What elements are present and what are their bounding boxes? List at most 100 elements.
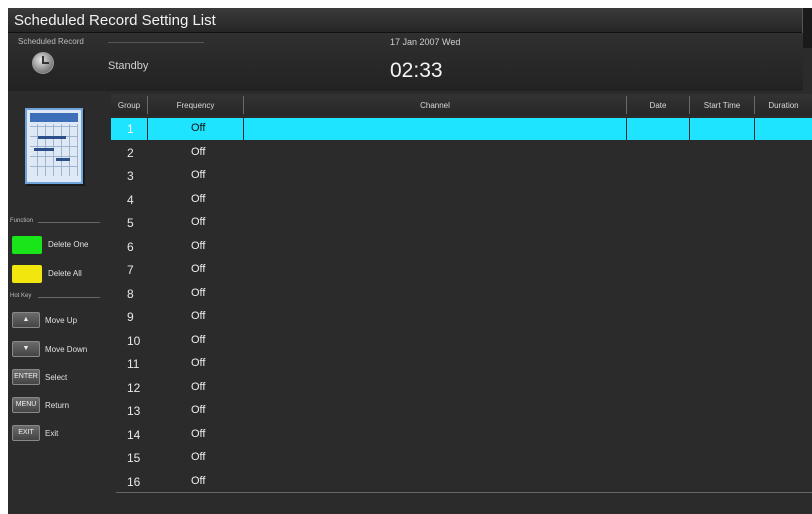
down-arrow-icon[interactable]: ▼ [12, 341, 40, 357]
delete-one-label: Delete One [48, 240, 89, 249]
group-cell: 13 [127, 404, 141, 418]
cell-background [627, 259, 689, 281]
cell-background [755, 283, 812, 305]
cell-background [627, 283, 689, 305]
cell-background [690, 236, 754, 258]
cell-background [244, 400, 626, 422]
group-cell: 7 [127, 263, 134, 277]
cell-background [627, 118, 689, 140]
schedule-calendar-icon [25, 108, 83, 184]
cell-background [690, 283, 754, 305]
select-label: Select [45, 373, 68, 382]
cell-background [690, 377, 754, 399]
clock-icon [32, 52, 54, 74]
group-cell: 6 [127, 239, 134, 254]
cell-background [244, 283, 626, 305]
table-row[interactable]: 6 Off [111, 236, 812, 258]
frequency-cell: Off [191, 451, 206, 463]
record-status: Standby [108, 60, 149, 72]
cell-background [244, 259, 626, 281]
table-row[interactable]: 15 Off [111, 447, 812, 469]
group-cell: 16 [127, 474, 141, 489]
cell-background [755, 165, 812, 187]
cell-background [244, 142, 626, 164]
table-bottom-divider [116, 492, 812, 493]
table-row[interactable]: 3 Off [111, 165, 812, 187]
cell-background [755, 259, 812, 281]
cell-background [690, 142, 754, 164]
cell-background [690, 353, 754, 375]
table-row[interactable]: 7 Off [111, 259, 812, 281]
group-cell: 3 [127, 169, 134, 183]
cell-background [690, 330, 754, 352]
table-row[interactable]: 5 Off [111, 212, 812, 234]
table-row[interactable]: 10 Off [111, 330, 812, 352]
cell-background [244, 189, 626, 211]
function-divider [38, 222, 100, 223]
yellow-key[interactable] [12, 265, 42, 283]
group-cell: 12 [127, 380, 141, 395]
cell-background [244, 212, 626, 234]
cell-background [627, 142, 689, 164]
table-row[interactable]: 9 Off [111, 306, 812, 328]
group-cell: 8 [127, 286, 134, 301]
column-header-channel: Channel [244, 94, 626, 116]
group-cell: 1 [127, 122, 134, 136]
frequency-cell: Off [191, 169, 206, 181]
table-row[interactable]: 13 Off [111, 400, 812, 422]
table-row[interactable]: 2 Off [111, 142, 812, 164]
up-arrow-icon[interactable]: ▲ [12, 312, 40, 328]
cell-background [690, 471, 754, 493]
frequency-cell: Off [191, 380, 206, 393]
table-row[interactable]: 11 Off [111, 353, 812, 375]
cell-background [755, 377, 812, 399]
status-header: Scheduled Record Standby 17 Jan 2007 Wed… [8, 33, 803, 91]
cell-background [627, 189, 689, 211]
cell-background [755, 330, 812, 352]
enter-key-icon[interactable]: ENTER [12, 369, 40, 385]
sidebar: Function Delete One Delete All Hot Key ▲… [8, 92, 108, 514]
cell-background [690, 259, 754, 281]
exit-label: Exit [45, 429, 59, 438]
frequency-cell: Off [191, 192, 206, 205]
cell-background [244, 471, 626, 493]
calendar-bar [56, 158, 70, 161]
group-cell: 2 [127, 145, 134, 160]
group-cell: 11 [127, 357, 140, 371]
green-key[interactable] [12, 236, 42, 254]
calendar-bar [34, 148, 54, 151]
page-title: Scheduled Record Setting List [14, 12, 216, 29]
cell-background [627, 306, 689, 328]
cell-background [244, 306, 626, 328]
cell-background [690, 306, 754, 328]
table-row[interactable]: 14 Off [111, 424, 812, 446]
cell-background [627, 330, 689, 352]
window-edge [802, 8, 812, 48]
cell-background [690, 424, 754, 446]
move-up-label: Move Up [45, 316, 78, 325]
header-divider [108, 42, 204, 43]
column-header-start-time: Start Time [690, 94, 754, 116]
function-label: Function [10, 218, 34, 224]
cell-background [627, 400, 689, 422]
cell-background [627, 377, 689, 399]
table-row[interactable]: 1 Off [111, 118, 812, 140]
scheduled-record-label: Scheduled Record [18, 37, 84, 46]
menu-key-icon[interactable]: MENU [12, 397, 40, 413]
cell-background [690, 189, 754, 211]
table-row[interactable]: 16 Off [111, 471, 812, 493]
frequency-cell: Off [191, 404, 206, 416]
column-header-date: Date [627, 94, 689, 116]
frequency-cell: Off [191, 145, 206, 158]
table-row[interactable]: 4 Off [111, 189, 812, 211]
cell-background [755, 447, 812, 469]
table-row[interactable]: 8 Off [111, 283, 812, 305]
table-row[interactable]: 12 Off [111, 377, 812, 399]
column-header-group: Group [111, 94, 147, 116]
group-cell: 14 [127, 427, 141, 442]
group-cell: 4 [127, 192, 134, 207]
frequency-cell: Off [191, 427, 206, 440]
cell-background [690, 165, 754, 187]
return-label: Return [45, 401, 70, 410]
exit-key-icon[interactable]: EXIT [12, 425, 40, 441]
